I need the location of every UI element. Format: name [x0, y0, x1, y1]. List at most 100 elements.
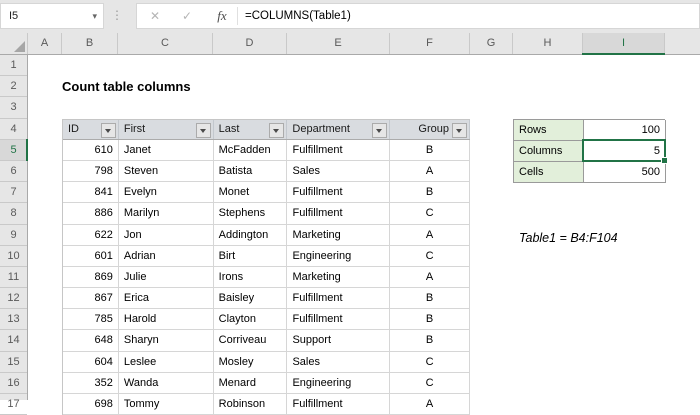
- row-header-6[interactable]: 6: [0, 161, 27, 183]
- column-header-d[interactable]: D: [213, 33, 287, 54]
- cancel-icon[interactable]: ✕: [143, 4, 167, 28]
- table-cell[interactable]: 610: [63, 139, 119, 161]
- summary-value-columns[interactable]: 5: [584, 140, 666, 162]
- table-cell[interactable]: Engineering: [287, 245, 391, 267]
- table-cell[interactable]: Robinson: [213, 394, 288, 415]
- filter-button[interactable]: [269, 122, 285, 138]
- column-header-a[interactable]: A: [28, 33, 62, 54]
- name-box-dropdown-icon[interactable]: ▾: [92, 4, 97, 28]
- table-header-department[interactable]: Department: [287, 119, 391, 139]
- table-cell[interactable]: Adrian: [118, 245, 214, 267]
- filter-button[interactable]: [452, 122, 467, 138]
- summary-value-rows[interactable]: 100: [584, 119, 666, 141]
- column-header-b[interactable]: B: [62, 33, 118, 54]
- summary-label-columns[interactable]: Columns: [514, 140, 584, 162]
- table-cell[interactable]: 785: [63, 309, 119, 331]
- row-header-15[interactable]: 15: [0, 352, 27, 373]
- table-cell[interactable]: Clayton: [213, 309, 288, 331]
- table-cell[interactable]: Monet: [213, 182, 288, 204]
- table-cell[interactable]: Baisley: [213, 288, 288, 310]
- table-cell[interactable]: 867: [63, 288, 119, 310]
- row-header-14[interactable]: 14: [0, 330, 27, 352]
- table-cell[interactable]: Stephens: [213, 203, 288, 225]
- table-cell[interactable]: Erica: [118, 288, 214, 310]
- select-all-button[interactable]: [0, 33, 28, 54]
- table-cell[interactable]: Engineering: [287, 372, 391, 395]
- column-header-i[interactable]: I: [582, 33, 665, 55]
- table-header-last[interactable]: Last: [214, 119, 288, 139]
- table-cell[interactable]: B: [390, 182, 470, 204]
- table-cell[interactable]: Julie: [118, 266, 214, 289]
- table-cell[interactable]: 869: [63, 266, 119, 289]
- column-header-g[interactable]: G: [470, 33, 513, 54]
- table-cell[interactable]: 352: [63, 372, 119, 395]
- table-cell[interactable]: 601: [63, 245, 119, 267]
- table-cell[interactable]: Sales: [287, 351, 391, 373]
- row-header-17[interactable]: 17: [0, 394, 27, 415]
- formula-input[interactable]: =COLUMNS(Table1): [245, 4, 695, 28]
- row-header-3[interactable]: 3: [0, 97, 27, 119]
- table-cell[interactable]: Sharyn: [118, 330, 214, 352]
- table-cell[interactable]: McFadden: [213, 139, 288, 161]
- table-cell[interactable]: Fulfillment: [287, 394, 391, 415]
- table-cell[interactable]: Evelyn: [118, 182, 214, 204]
- column-header-e[interactable]: E: [287, 33, 390, 54]
- row-header-5[interactable]: 5: [0, 138, 28, 162]
- table-cell[interactable]: Corriveau: [213, 330, 288, 352]
- table-cell[interactable]: Sales: [287, 160, 391, 183]
- table-cell[interactable]: Fulfillment: [287, 139, 391, 161]
- row-header-16[interactable]: 16: [0, 373, 27, 394]
- table-cell[interactable]: Wanda: [118, 372, 214, 395]
- table-cell[interactable]: 698: [63, 394, 119, 415]
- table-cell[interactable]: Fulfillment: [287, 309, 391, 331]
- table-cell[interactable]: C: [390, 245, 470, 267]
- table-header-id[interactable]: ID: [63, 119, 119, 139]
- table-cell[interactable]: Marilyn: [118, 203, 214, 225]
- row-header-7[interactable]: 7: [0, 182, 27, 204]
- row-header-2[interactable]: 2: [0, 76, 27, 98]
- table-cell[interactable]: Leslee: [118, 351, 214, 373]
- row-header-13[interactable]: 13: [0, 309, 27, 331]
- table-cell[interactable]: 841: [63, 182, 119, 204]
- table-cell[interactable]: Fulfillment: [287, 182, 391, 204]
- row-header-11[interactable]: 11: [0, 267, 27, 289]
- table-cell[interactable]: B: [390, 330, 470, 352]
- table-cell[interactable]: Birt: [213, 245, 288, 267]
- worksheet[interactable]: Count table columns ID First Last Departmen…: [28, 55, 700, 415]
- summary-label-cells[interactable]: Cells: [514, 161, 584, 184]
- column-header-h[interactable]: H: [513, 33, 583, 54]
- table-cell[interactable]: Fulfillment: [287, 288, 391, 310]
- table-cell[interactable]: Menard: [213, 372, 288, 395]
- table-cell[interactable]: B: [390, 288, 470, 310]
- table-cell[interactable]: Batista: [213, 160, 288, 183]
- table-cell[interactable]: Mosley: [213, 351, 288, 373]
- row-header-4[interactable]: 4: [0, 119, 27, 140]
- table-range-note-cell[interactable]: Table1 = B4:F104: [519, 228, 618, 249]
- row-header-9[interactable]: 9: [0, 225, 27, 246]
- summary-value-cells[interactable]: 500: [584, 161, 666, 184]
- row-header-10[interactable]: 10: [0, 246, 27, 267]
- table-cell[interactable]: 648: [63, 330, 119, 352]
- table-cell[interactable]: A: [390, 266, 470, 289]
- table-cell[interactable]: Irons: [213, 266, 288, 289]
- enter-icon[interactable]: ✓: [175, 4, 199, 28]
- table-cell[interactable]: A: [390, 160, 470, 183]
- table-cell[interactable]: C: [390, 372, 470, 395]
- table-cell[interactable]: Marketing: [287, 266, 391, 289]
- column-header-c[interactable]: C: [118, 33, 213, 54]
- insert-function-icon[interactable]: fx: [209, 4, 235, 28]
- summary-label-rows[interactable]: Rows: [514, 119, 584, 141]
- table-cell[interactable]: 604: [63, 351, 119, 373]
- row-header-12[interactable]: 12: [0, 288, 27, 310]
- table-cell[interactable]: B: [390, 309, 470, 331]
- table-cell[interactable]: Support: [287, 330, 391, 352]
- table-cell[interactable]: 622: [63, 224, 119, 246]
- table-header-group[interactable]: Group: [390, 119, 470, 139]
- table-header-first[interactable]: First: [119, 119, 214, 139]
- table-cell[interactable]: Addington: [213, 224, 288, 246]
- table-cell[interactable]: B: [390, 139, 470, 161]
- column-header-f[interactable]: F: [390, 33, 470, 54]
- table-cell[interactable]: Tommy: [118, 394, 214, 415]
- name-box[interactable]: I5 ▾: [0, 3, 104, 29]
- table-cell[interactable]: A: [390, 224, 470, 246]
